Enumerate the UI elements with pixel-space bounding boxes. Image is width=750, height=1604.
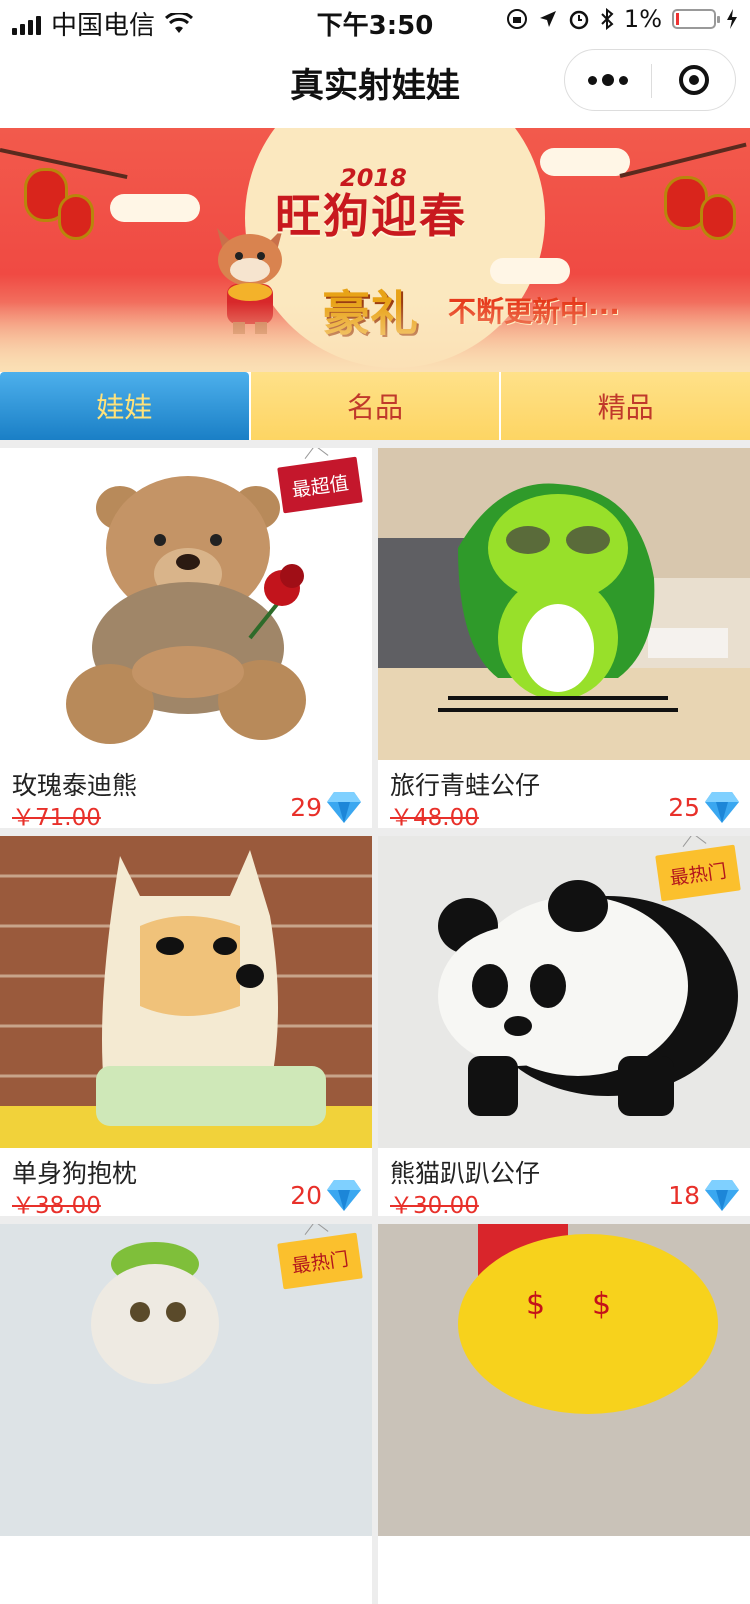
cloud-shape [490,258,570,284]
lantern-icon [700,194,736,240]
product-image: $ $ [378,1224,750,1536]
price: 29 [290,790,362,824]
lantern-icon [58,194,94,240]
tab-dolls[interactable]: 娃娃 [0,372,249,440]
category-tabs: 娃娃 名品 精品 [0,372,750,440]
promo-banner[interactable]: 2018 旺狗迎春 豪礼 不断更新中··· [0,128,750,372]
bluetooth-icon [601,8,614,30]
miniprogram-capsule [564,49,736,111]
product-card[interactable]: 单身狗抱枕 ￥38.00 20 [0,836,372,1216]
status-bar: 中国电信 下午3:50 1% [0,0,750,41]
location-icon [539,11,556,27]
rotation-lock-icon [506,9,527,29]
svg-text:$: $ [526,1287,545,1322]
product-name: 玫瑰泰迪熊 [12,771,138,800]
diamond-icon [327,1180,361,1211]
product-card[interactable]: 最热门 熊猫趴趴公仔 ￥30.00 18 [378,836,750,1216]
close-button[interactable] [651,50,737,110]
product-card[interactable]: 最热门 [0,1224,372,1604]
price: 18 [668,1178,740,1212]
tab-brand[interactable]: 名品 [248,372,500,440]
price-value: 29 [290,792,322,822]
tab-premium[interactable]: 精品 [499,372,750,440]
svg-text:$: $ [592,1287,611,1322]
yellow-dog-plush-image: $ $ [378,1224,750,1536]
diamond-icon [705,1180,739,1211]
price-value: 20 [290,1180,322,1210]
product-image [0,836,372,1148]
frog-plush-image [378,448,750,760]
target-icon [679,65,709,95]
alarm-icon [569,10,589,30]
cloud-shape [540,148,630,176]
banner-cloud-base [0,302,750,372]
original-price: ￥48.00 [390,805,479,828]
plum-branch [0,148,128,179]
product-image [378,448,750,760]
product-name: 熊猫趴趴公仔 [390,1159,541,1188]
nav-bar: 真实射娃娃 [0,40,750,128]
product-card[interactable]: $ $ [378,1224,750,1604]
price-value: 18 [668,1180,700,1210]
banner-title: 旺狗迎春 [275,189,467,243]
charging-icon [727,9,737,29]
product-name: 单身狗抱枕 [12,1159,138,1188]
original-price: ￥38.00 [12,1193,101,1216]
diamond-icon [327,792,361,823]
original-price: ￥71.00 [12,805,101,828]
battery-percent: 1% [623,5,662,33]
price-value: 25 [668,792,700,822]
original-price: ￥30.00 [390,1193,479,1216]
plum-branch [619,142,747,178]
product-name: 旅行青蛙公仔 [390,771,541,800]
product-card[interactable]: 最超值 玫瑰泰迪熊 ￥71.00 29 [0,448,372,828]
cloud-shape [110,194,200,222]
diamond-icon [705,792,739,823]
more-button[interactable] [565,50,651,110]
price: 20 [290,1178,362,1212]
product-card[interactable]: 旅行青蛙公仔 ￥48.00 25 [378,448,750,828]
doge-pillow-image [0,836,372,1148]
price: 25 [668,790,740,824]
battery-icon [672,9,720,29]
